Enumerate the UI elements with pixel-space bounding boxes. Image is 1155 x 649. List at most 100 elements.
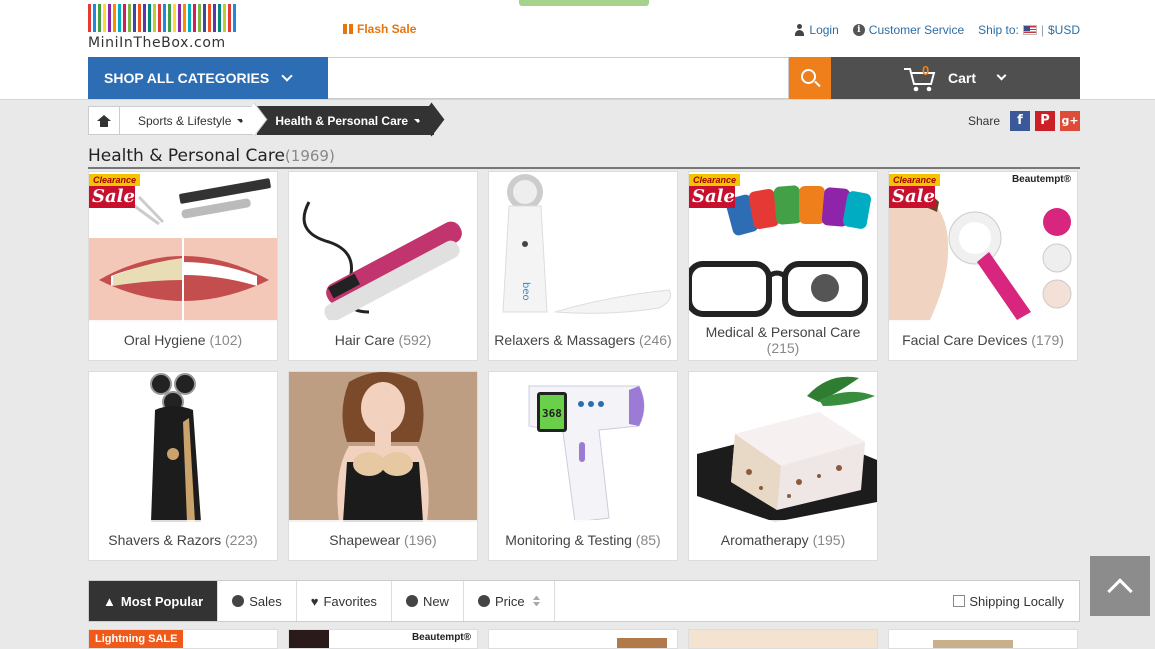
currency-label: $USD (1047, 23, 1080, 37)
sort-label: New (422, 593, 449, 609)
tile-caption: Monitoring & Testing (85) (489, 520, 677, 560)
facebook-icon[interactable]: f (1010, 111, 1030, 131)
tile-label: Medical & Personal Care (705, 324, 861, 340)
tile-count: (179) (1031, 332, 1064, 348)
tile-label: Relaxers & Massagers (494, 332, 636, 348)
tile-count: (592) (398, 332, 432, 348)
flash-sale-link[interactable]: Flash Sale (343, 22, 416, 36)
sort-label: Favorites (323, 593, 377, 609)
cart-icon (904, 68, 936, 92)
brand-label: Beautempt® (1011, 174, 1071, 185)
tile-count: (246) (639, 332, 672, 348)
product-image (933, 640, 1013, 648)
sort-price[interactable]: Price (464, 581, 555, 621)
cart-count-badge: 0 (922, 63, 930, 78)
login-label: Login (809, 23, 839, 37)
sort-most-popular[interactable]: ▲ Most Popular (89, 581, 219, 621)
tile-caption: Relaxers & Massagers (246) (489, 320, 677, 360)
breadcrumb-label: Health & Personal Care (275, 113, 409, 128)
soap-image (689, 372, 877, 522)
sort-sales[interactable]: Sales (218, 581, 297, 621)
tile-label: Aromatherapy (720, 532, 809, 548)
clearance-label: Clearance (889, 174, 941, 186)
thumbs-up-icon: ▲ (103, 593, 116, 609)
category-tile-aromatherapy[interactable]: Aromatherapy (195) (688, 371, 878, 561)
breadcrumb-home[interactable] (88, 106, 120, 135)
massager-image: beo (489, 172, 677, 322)
shop-all-categories-button[interactable]: SHOP ALL CATEGORIES (88, 57, 328, 99)
pinterest-icon[interactable]: P (1035, 111, 1055, 131)
category-tile-facial-care-devices[interactable]: Clearance Sale Beautempt® Facial Care De… (888, 171, 1078, 361)
shipping-locally-label: Shipping Locally (969, 593, 1064, 609)
caret-down-icon (414, 118, 423, 123)
tile-caption: Medical & Personal Care (215) (689, 320, 877, 360)
sort-label: Most Popular (120, 593, 204, 609)
tile-caption: Shavers & Razors (223) (89, 520, 277, 560)
google-plus-icon[interactable]: g+ (1060, 111, 1080, 131)
search-input[interactable] (328, 57, 789, 99)
product-card[interactable]: Beautempt® (288, 629, 478, 649)
tile-label: Hair Care (334, 332, 395, 348)
cart-button[interactable]: 0 Cart (831, 57, 1080, 99)
hair-care-image (289, 172, 477, 322)
search-button[interactable] (789, 57, 831, 99)
home-icon (97, 114, 111, 127)
product-card[interactable] (688, 629, 878, 649)
flash-sale-label: Flash Sale (357, 22, 417, 36)
share-bar: Share f P g+ (968, 111, 1080, 131)
site-logo[interactable]: MiniInTheBox.com (88, 4, 240, 52)
breadcrumb-sports-lifestyle[interactable]: Sports & Lifestyle (120, 106, 258, 135)
login-link[interactable]: Login (794, 23, 839, 37)
customer-service-label: Customer Service (868, 23, 965, 37)
brand-label: Beautempt® (411, 632, 471, 643)
ship-to-selector[interactable]: Ship to: | $USD (978, 23, 1080, 37)
tile-count: (196) (404, 532, 437, 548)
sale-label: Sale (89, 186, 135, 208)
category-tile-oral-hygiene[interactable]: Clearance Sale Oral Hygiene (102) (88, 171, 278, 361)
caret-down-icon (237, 118, 246, 123)
back-to-top-button[interactable] (1090, 556, 1150, 616)
category-tile-shavers-razors[interactable]: Shavers & Razors (223) (88, 371, 278, 561)
sale-label: Sale (689, 186, 735, 208)
product-card[interactable] (888, 629, 1078, 649)
sort-label: Sales (249, 593, 282, 609)
clearance-sale-badge: Clearance Sale (689, 172, 741, 212)
page-title-count: (1969) (284, 147, 335, 165)
sort-label: Price (494, 593, 525, 609)
clock-icon (405, 595, 418, 607)
customer-service-link[interactable]: i Customer Service (852, 23, 965, 37)
shipping-locally-checkbox[interactable]: Shipping Locally (953, 581, 1079, 621)
gift-icon (343, 24, 353, 34)
sort-new[interactable]: New (392, 581, 464, 621)
tile-count: (215) (766, 340, 800, 356)
category-tile-medical-personal-care[interactable]: Clearance Sale Medical & Personal Care (… (688, 171, 878, 361)
logo-text: MiniInTheBox.com (88, 35, 226, 51)
sort-arrows-icon (533, 596, 540, 606)
svg-text:368: 368 (542, 407, 562, 420)
product-card[interactable] (488, 629, 678, 649)
svg-text:beo: beo (520, 282, 531, 301)
category-tile-relaxers-massagers[interactable]: beo Relaxers & Massagers (246) (488, 171, 678, 361)
tile-caption: Hair Care (592) (289, 320, 477, 360)
product-card[interactable]: Lightning SALE (88, 629, 278, 649)
share-label: Share (967, 114, 1000, 128)
checkbox-icon (953, 595, 966, 607)
shapewear-image (289, 372, 477, 522)
sort-bar: ▲ Most Popular Sales ♥ Favorites New Pri… (88, 580, 1080, 622)
top-links: Login i Customer Service Ship to: | $USD (794, 23, 1080, 37)
breadcrumb-label: Sports & Lifestyle (138, 113, 232, 128)
category-tile-hair-care[interactable]: Hair Care (592) (288, 171, 478, 361)
tile-label: Monitoring & Testing (505, 532, 632, 548)
sort-favorites[interactable]: ♥ Favorites (297, 581, 392, 621)
category-tile-monitoring-testing[interactable]: 368 Monitoring & Testing (85) (488, 371, 678, 561)
breadcrumb-health-personal-care[interactable]: Health & Personal Care (257, 106, 435, 135)
tile-count: (85) (635, 532, 661, 548)
top-accent-bar (519, 0, 649, 6)
divider: | (1040, 23, 1044, 37)
heart-icon: ♥ (310, 593, 319, 609)
info-icon: i (852, 24, 865, 36)
tile-label: Oral Hygiene (123, 332, 206, 348)
logo-barcode-icon (88, 4, 240, 32)
shaver-image (89, 372, 277, 522)
category-tile-shapewear[interactable]: Shapewear (196) (288, 371, 478, 561)
